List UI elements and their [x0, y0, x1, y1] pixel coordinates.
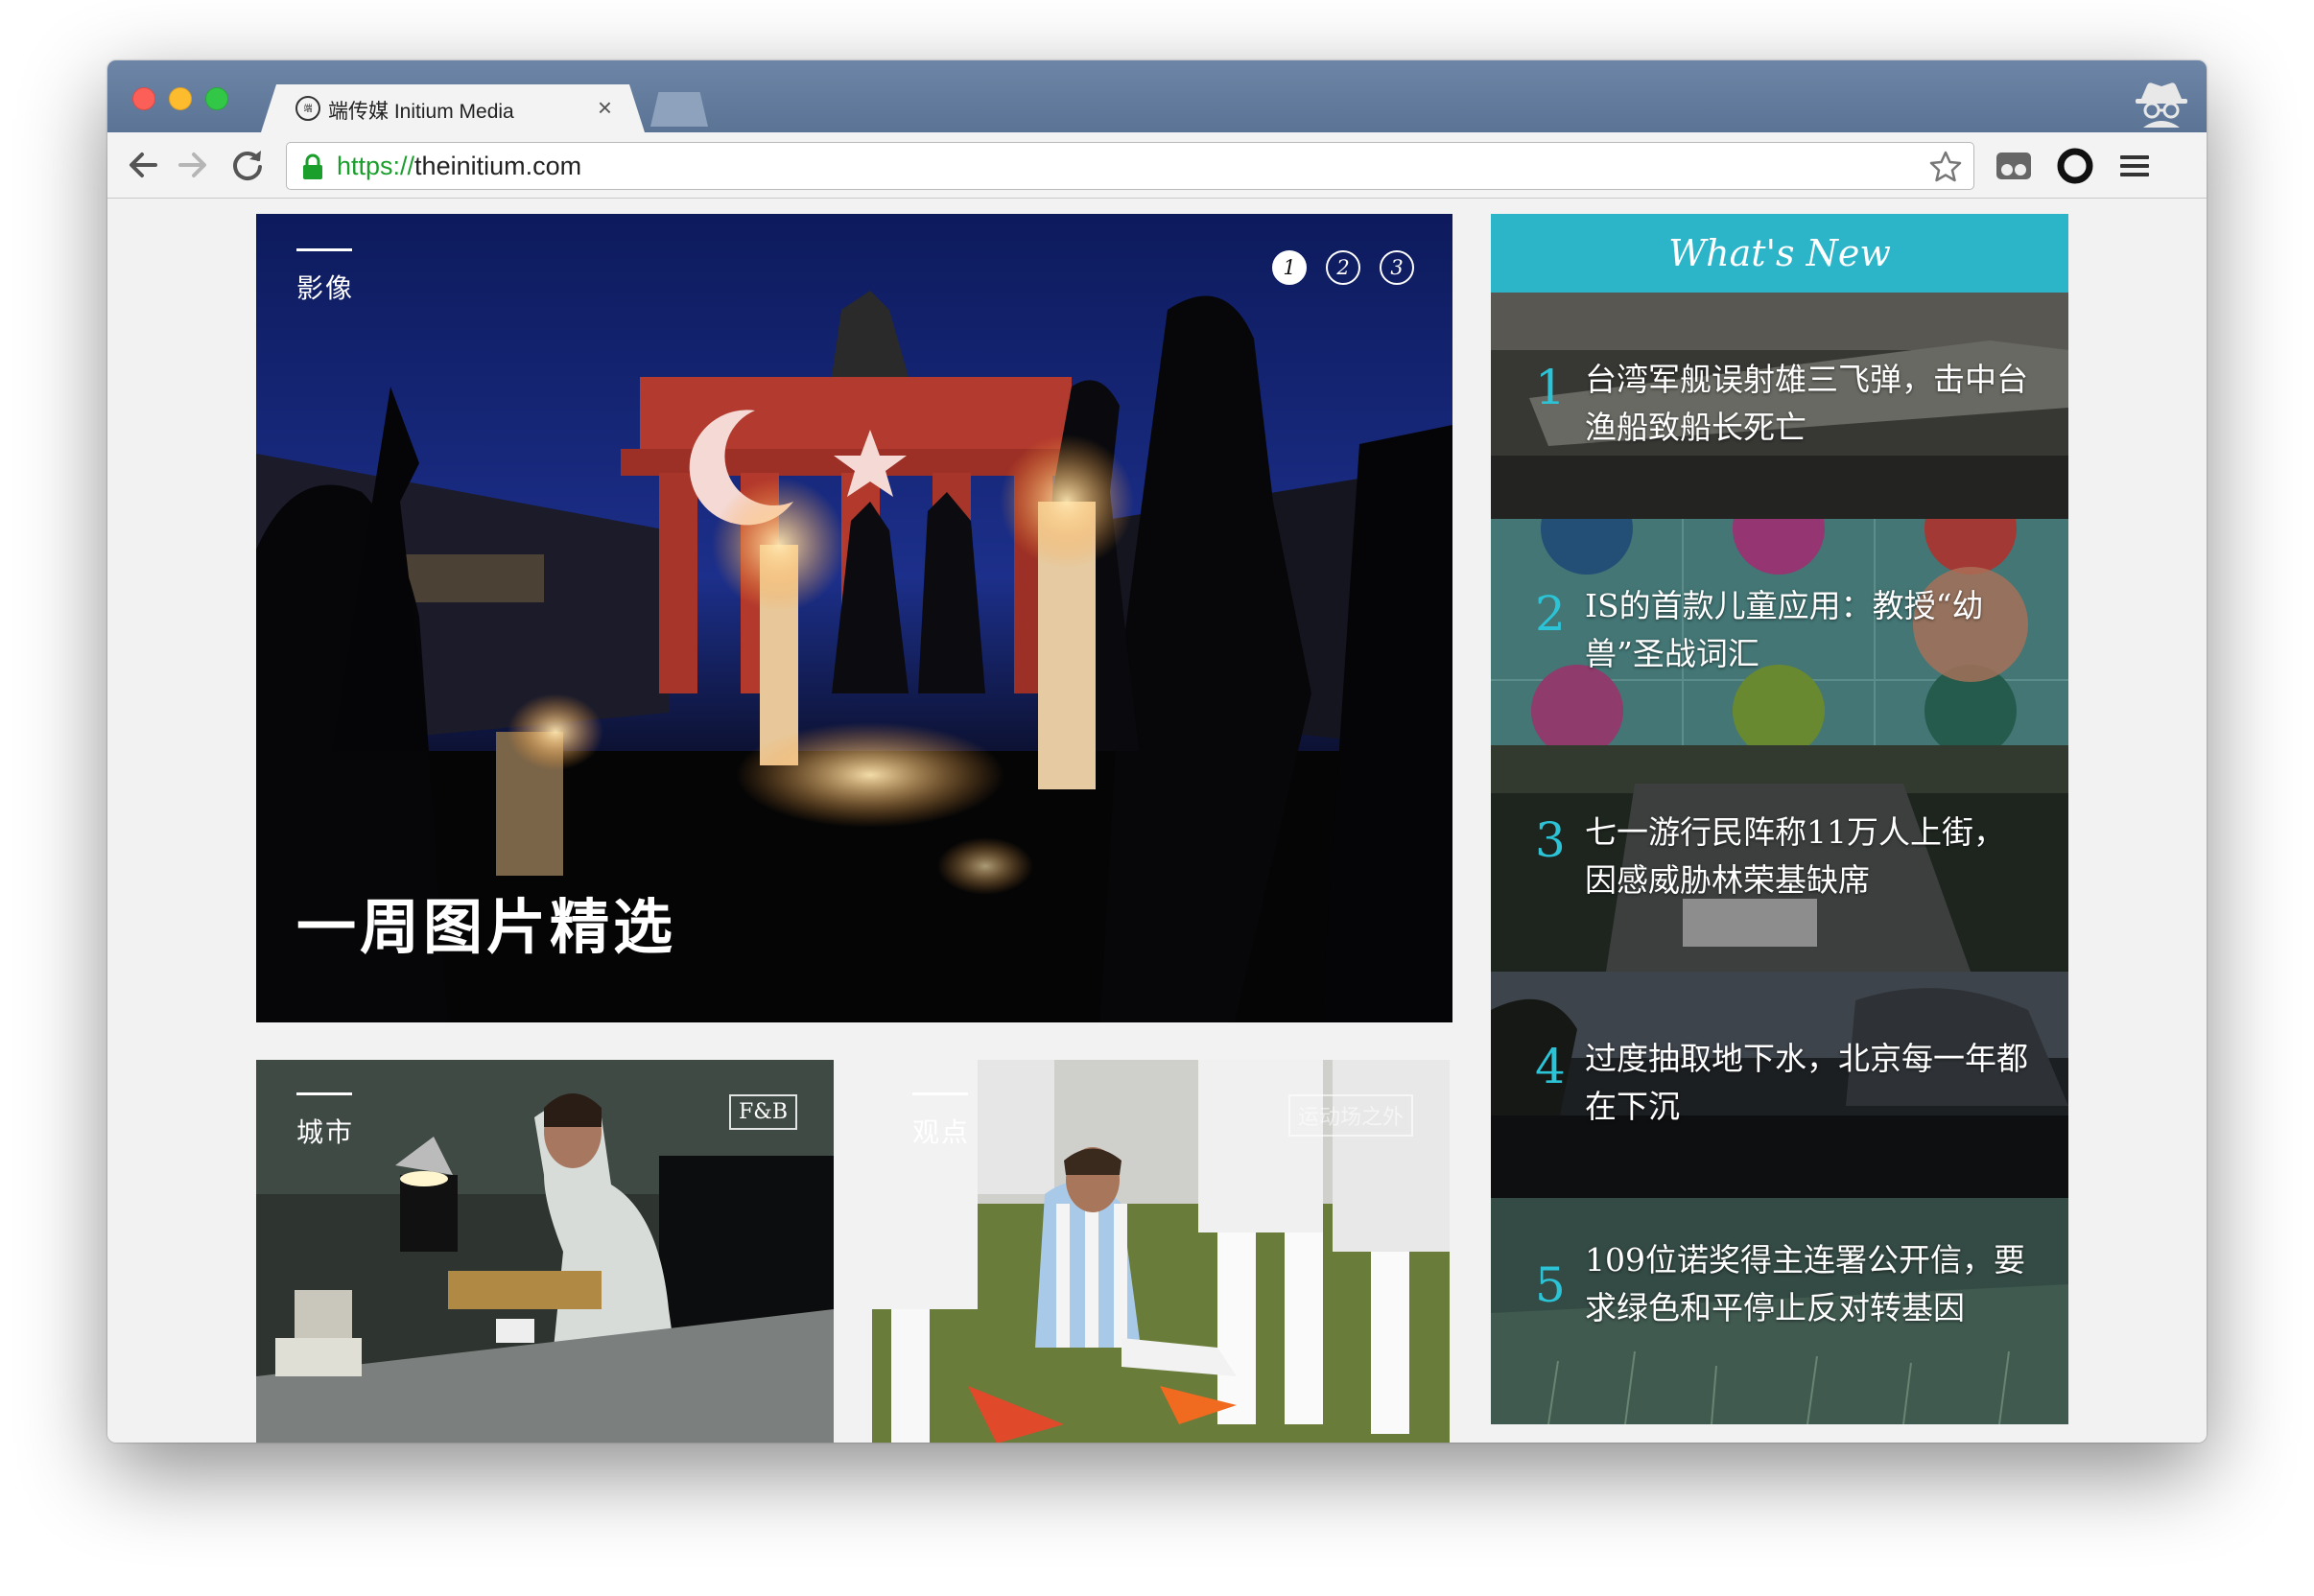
news-item[interactable]: 2 IS的首款儿童应用：教授“幼兽”圣战词汇: [1491, 519, 2068, 745]
hero-carousel[interactable]: 影像 123 一周图片精选: [256, 214, 1452, 1022]
card-badge[interactable]: 运动场之外: [1287, 1094, 1413, 1137]
card-section-tag[interactable]: 城市: [296, 1092, 354, 1150]
url-host: theinitium.com: [414, 152, 582, 180]
carousel-dot-1[interactable]: 1: [1272, 250, 1307, 285]
extension-icon[interactable]: [1994, 146, 2034, 186]
browser-window: 端 端传媒 Initium Media × https://theinitium…: [107, 60, 2207, 1443]
news-number: 2: [1535, 586, 1566, 642]
carousel-pagination: 123: [1253, 250, 1414, 285]
close-window-button[interactable]: [132, 87, 155, 110]
arrow-left-icon[interactable]: [123, 146, 161, 184]
article-card-opinion[interactable]: 观点 运动场之外: [872, 1060, 1450, 1443]
news-headline[interactable]: 台湾军舰误射雄三飞弹，击中台渔船致船长死亡: [1585, 356, 2036, 452]
opera-extension-icon[interactable]: [2055, 146, 2095, 186]
news-number: 3: [1535, 812, 1566, 868]
carousel-dot-3[interactable]: 3: [1380, 250, 1414, 285]
minimize-window-button[interactable]: [169, 87, 192, 110]
card-section-tag[interactable]: 观点: [912, 1092, 970, 1150]
lock-icon: [303, 153, 322, 179]
hero-title[interactable]: 一周图片精选: [296, 879, 676, 965]
whats-new-panel: What's New 1 台湾军舰误射雄三飞弹，击中台渔船致船长死亡 2 IS的…: [1491, 214, 2068, 1424]
article-card-city[interactable]: 城市 F&B: [256, 1060, 834, 1443]
new-tab-button[interactable]: [650, 92, 708, 127]
hamburger-menu-icon[interactable]: [2114, 146, 2155, 186]
carousel-dot-2[interactable]: 2: [1326, 250, 1360, 285]
news-number: 4: [1535, 1039, 1566, 1094]
news-headline[interactable]: 过度抽取地下水，北京每一年都在下沉: [1585, 1035, 2036, 1131]
url-text[interactable]: https://theinitium.com: [337, 152, 581, 181]
news-headline[interactable]: 七一游行民阵称11万人上街，因感威胁林荣基缺席: [1585, 809, 2036, 904]
hero-section-tag[interactable]: 影像: [296, 248, 354, 306]
news-headline[interactable]: 109位诺奖得主连署公开信，要求绿色和平停止反对转基因: [1585, 1236, 2036, 1332]
browser-toolbar: https://theinitium.com: [107, 132, 2207, 199]
star-icon[interactable]: [1927, 149, 1964, 185]
tab-strip: 端 端传媒 Initium Media ×: [107, 60, 2207, 132]
tab-close-icon[interactable]: ×: [598, 93, 612, 123]
address-bar[interactable]: https://theinitium.com: [286, 142, 1974, 190]
browser-tab[interactable]: 端 端传媒 Initium Media ×: [261, 84, 645, 132]
news-item[interactable]: 1 台湾军舰误射雄三飞弹，击中台渔船致船长死亡: [1491, 293, 2068, 519]
incognito-icon: [2136, 82, 2187, 128]
zoom-window-button[interactable]: [205, 87, 228, 110]
news-item[interactable]: 5 109位诺奖得主连署公开信，要求绿色和平停止反对转基因: [1491, 1198, 2068, 1424]
news-number: 1: [1535, 360, 1566, 415]
news-headline[interactable]: IS的首款儿童应用：教授“幼兽”圣战词汇: [1585, 582, 2036, 678]
tab-title: 端传媒 Initium Media: [328, 101, 514, 123]
site-favicon-icon: 端: [295, 96, 320, 121]
card-badge[interactable]: F&B: [728, 1094, 797, 1130]
url-scheme: https://: [337, 152, 415, 180]
arrow-right-icon[interactable]: [175, 146, 213, 184]
page-content: 影像 123 一周图片精选 城市 F&B 观点 运动场之外 What's New…: [107, 199, 2207, 1443]
news-item[interactable]: 4 过度抽取地下水，北京每一年都在下沉: [1491, 972, 2068, 1198]
whats-new-heading: What's New: [1491, 214, 2068, 293]
reload-icon[interactable]: [228, 146, 267, 184]
news-number: 5: [1535, 1257, 1566, 1313]
news-item[interactable]: 3 七一游行民阵称11万人上街，因感威胁林荣基缺席: [1491, 745, 2068, 972]
